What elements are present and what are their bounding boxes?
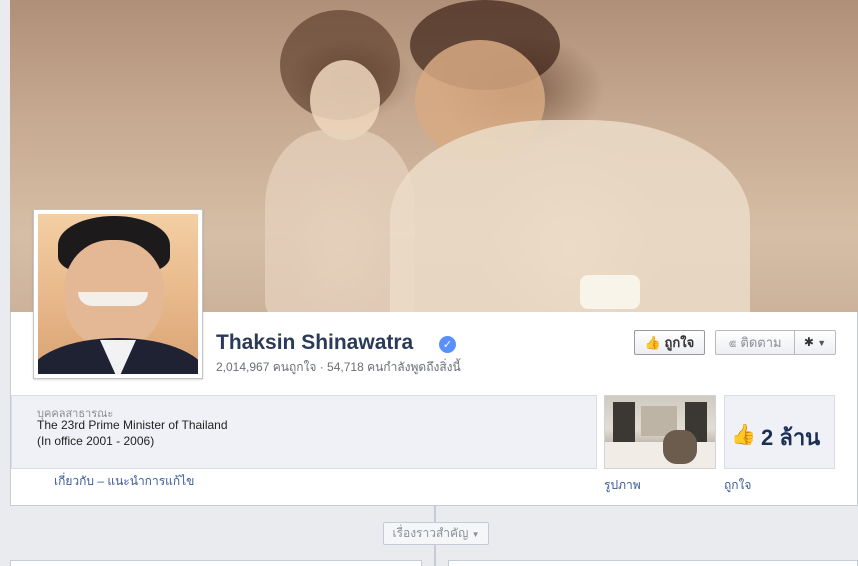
rss-icon: ⋐ <box>728 339 737 350</box>
profile-picture[interactable] <box>33 209 203 379</box>
photos-label[interactable]: รูปภาพ <box>604 476 641 495</box>
likes-label[interactable]: ถูกใจ <box>724 476 751 495</box>
page-title: Thaksin Shinawatra <box>216 331 414 354</box>
timeline-right-column <box>448 560 858 566</box>
follow-button-label: ติดตาม <box>740 335 782 350</box>
verified-check-icon: ✓ <box>439 336 456 353</box>
avatar <box>38 214 198 374</box>
cover-man-shirt <box>390 120 750 312</box>
about-links[interactable]: เกี่ยวกับ – แนะนำการแก้ไข <box>54 472 194 491</box>
highlights-label: เรื่องราวสำคัญ <box>392 526 469 540</box>
timeline-left-column <box>10 560 422 566</box>
thumb-window-left <box>613 402 635 442</box>
thumb-figure <box>663 430 697 464</box>
cover-child-face <box>310 60 380 140</box>
like-button[interactable]: 👍 ถูกใจ <box>634 330 705 355</box>
gear-icon: ✱ <box>803 335 814 349</box>
about-line-1: The 23rd Prime Minister of Thailand <box>37 418 228 432</box>
chevron-down-icon: ▼ <box>817 338 827 348</box>
settings-menu-button[interactable]: ✱ ▼ <box>794 330 836 355</box>
avatar-smile <box>78 292 148 306</box>
likes-count: 2 ล้าน <box>761 425 821 450</box>
like-button-label: ถูกใจ <box>664 335 695 350</box>
chevron-down-icon: ▼ <box>471 530 480 539</box>
thumbs-up-icon: 👍 <box>731 422 756 446</box>
about-line-2: (In office 2001 - 2006) <box>37 434 155 448</box>
likes-box[interactable]: 👍 2 ล้าน <box>724 395 835 469</box>
highlights-dropdown[interactable]: เรื่องราวสำคัญ ▼ <box>383 522 489 545</box>
thumbs-up-icon: 👍 <box>644 335 661 350</box>
thumb-floor <box>605 442 715 468</box>
follow-button[interactable]: ⋐ ติดตาม <box>715 330 794 355</box>
cover-cup <box>580 275 640 309</box>
about-box: บุคคลสาธารณะ The 23rd Prime Minister of … <box>11 395 597 469</box>
page-stats: 2,014,967 คนถูกใจ · 54,718 คนกำลังพูดถึง… <box>216 360 461 374</box>
photos-thumbnail[interactable] <box>604 395 716 469</box>
